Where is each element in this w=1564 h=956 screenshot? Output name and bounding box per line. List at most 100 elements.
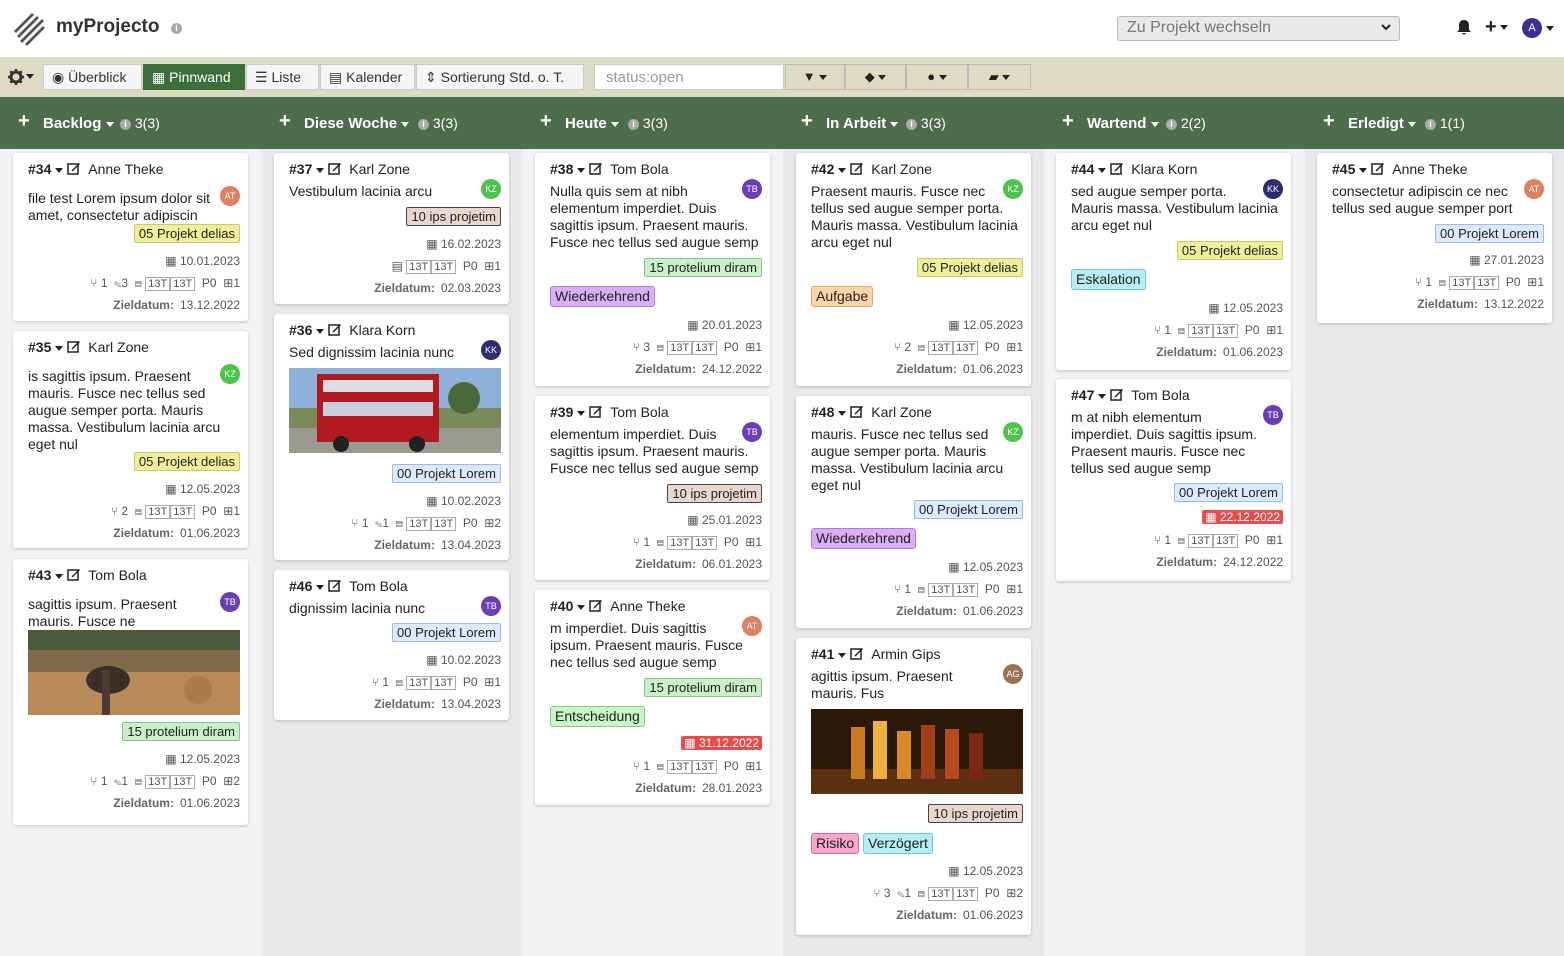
task-card[interactable]: #47 Tom Bola m at nibh elementum imperdie…: [1056, 379, 1291, 581]
project-tag[interactable]: 05 Projekt delias: [916, 258, 1023, 277]
card-menu-caret-icon[interactable]: [577, 410, 586, 416]
card-id[interactable]: #48: [811, 404, 834, 420]
card-menu-caret-icon[interactable]: [838, 167, 847, 173]
card-menu-caret-icon[interactable]: [55, 345, 64, 351]
card-menu-caret-icon[interactable]: [577, 167, 586, 173]
edit-icon[interactable]: [328, 323, 342, 336]
add-card-button[interactable]: +: [1062, 111, 1074, 131]
project-tag[interactable]: 05 Projekt delias: [133, 452, 240, 471]
status-label[interactable]: Aufgabe: [811, 286, 874, 307]
column-title[interactable]: Diese Woche: [304, 115, 410, 132]
pinboard-button[interactable]: ▦ Pinnwand: [143, 64, 245, 90]
project-tag[interactable]: 00 Projekt Lorem: [392, 623, 501, 642]
add-card-button[interactable]: +: [279, 111, 291, 131]
calendar-button[interactable]: ▤ Kalender: [320, 64, 415, 90]
filter-search-input[interactable]: [594, 64, 784, 90]
card-id[interactable]: #42: [811, 161, 834, 177]
card-id[interactable]: #46: [289, 578, 312, 594]
settings-menu-button[interactable]: [8, 68, 36, 86]
user-filter-button[interactable]: ●: [906, 64, 968, 90]
card-menu-caret-icon[interactable]: [1359, 167, 1368, 173]
edit-icon[interactable]: [328, 579, 342, 592]
edit-icon[interactable]: [850, 405, 864, 418]
card-id[interactable]: #41: [811, 646, 834, 662]
card-id[interactable]: #35: [28, 339, 51, 355]
card-id[interactable]: #39: [550, 404, 573, 420]
card-id[interactable]: #34: [28, 161, 51, 177]
status-label[interactable]: Wiederkehrend: [550, 286, 655, 307]
card-menu-caret-icon[interactable]: [316, 167, 325, 173]
edit-icon[interactable]: [67, 340, 81, 353]
project-tag[interactable]: 05 Projekt delias: [133, 224, 240, 243]
task-card[interactable]: #41 Armin Gips agittis ipsum. Praesent ma…: [796, 638, 1031, 935]
edit-icon[interactable]: [1110, 388, 1124, 401]
info-icon[interactable]: i: [418, 118, 429, 130]
user-avatar[interactable]: A: [1522, 18, 1542, 38]
column-title[interactable]: Erledigt: [1348, 115, 1417, 132]
card-menu-caret-icon[interactable]: [316, 328, 325, 334]
tag-filter-button[interactable]: ◆: [845, 64, 906, 90]
card-menu-caret-icon[interactable]: [55, 573, 64, 579]
project-tag[interactable]: 00 Projekt Lorem: [1435, 224, 1544, 243]
project-tag[interactable]: 15 protelium diram: [644, 258, 762, 277]
card-id[interactable]: #36: [289, 322, 312, 338]
task-card[interactable]: #40 Anne Theke m imperdiet. Duis sagitti…: [535, 590, 770, 805]
project-tag[interactable]: 10 ips projetim: [928, 804, 1023, 823]
edit-icon[interactable]: [850, 647, 864, 660]
card-menu-caret-icon[interactable]: [1098, 393, 1107, 399]
project-tag[interactable]: 05 Projekt delias: [1176, 241, 1283, 260]
column-title[interactable]: In Arbeit: [826, 115, 899, 132]
project-tag[interactable]: 10 ips projetim: [667, 484, 762, 503]
add-card-button[interactable]: +: [801, 111, 813, 131]
column-title[interactable]: Backlog: [43, 115, 114, 132]
info-icon[interactable]: i: [906, 118, 917, 130]
info-icon[interactable]: i: [171, 23, 182, 34]
edit-icon[interactable]: [850, 162, 864, 175]
folder-filter-button[interactable]: ▰: [968, 64, 1031, 90]
card-menu-caret-icon[interactable]: [1098, 167, 1107, 173]
edit-icon[interactable]: [67, 568, 81, 581]
info-icon[interactable]: i: [628, 118, 639, 130]
add-card-button[interactable]: +: [1323, 111, 1335, 131]
task-card[interactable]: #34 Anne Theke file test Lorem ipsum dol…: [13, 153, 248, 321]
app-logo-icon[interactable]: [12, 9, 46, 47]
overview-button[interactable]: ◉ Überblick: [43, 64, 142, 90]
sort-button[interactable]: ⇕ Sortierung Std. o. T.: [416, 64, 584, 90]
add-card-button[interactable]: +: [540, 111, 552, 131]
edit-icon[interactable]: [1110, 162, 1124, 175]
card-menu-caret-icon[interactable]: [316, 584, 325, 590]
app-title[interactable]: myProjecto: [56, 16, 159, 38]
edit-icon[interactable]: [1371, 162, 1385, 175]
status-label[interactable]: Risiko: [811, 833, 860, 854]
edit-icon[interactable]: [589, 162, 603, 175]
project-tag[interactable]: 10 ips projetim: [406, 207, 501, 226]
card-menu-caret-icon[interactable]: [55, 167, 64, 173]
card-id[interactable]: #44: [1071, 161, 1094, 177]
task-card[interactable]: #38 Tom Bola Nulla quis sem at nibh eleme…: [535, 153, 770, 386]
edit-icon[interactable]: [589, 599, 603, 612]
project-tag[interactable]: 00 Projekt Lorem: [914, 500, 1023, 519]
filter-button[interactable]: ▼: [785, 64, 845, 90]
edit-icon[interactable]: [67, 162, 81, 175]
project-tag[interactable]: 00 Projekt Lorem: [392, 464, 501, 483]
info-icon[interactable]: i: [1425, 118, 1436, 130]
info-icon[interactable]: i: [1166, 118, 1177, 130]
task-card[interactable]: #39 Tom Bola elementum imperdiet. Duis sa…: [535, 396, 770, 580]
project-switch-select[interactable]: Zu Projekt wechseln: [1117, 16, 1400, 41]
info-icon[interactable]: i: [120, 118, 131, 130]
card-id[interactable]: #45: [1332, 161, 1355, 177]
task-card[interactable]: #36 Klara Korn Sed dignissim lacinia nun…: [274, 314, 509, 560]
status-label[interactable]: Wiederkehrend: [811, 528, 916, 549]
list-button[interactable]: ☰ Liste: [246, 64, 319, 90]
card-menu-caret-icon[interactable]: [838, 652, 847, 658]
column-title[interactable]: Heute: [565, 115, 619, 132]
task-card[interactable]: #42 Karl Zone Praesent mauris. Fusce nec…: [796, 153, 1031, 386]
column-title[interactable]: Wartend: [1087, 115, 1159, 132]
project-tag[interactable]: 15 protelium diram: [644, 678, 762, 697]
task-card[interactable]: #46 Tom Bola dignissim lacinia nunc 00 P…: [274, 570, 509, 720]
edit-icon[interactable]: [589, 405, 603, 418]
status-label[interactable]: Verzögert: [863, 833, 933, 854]
task-card[interactable]: #35 Karl Zone is sagittis ipsum. Praesen…: [13, 331, 248, 548]
user-menu-caret-icon[interactable]: [1546, 26, 1554, 31]
add-card-button[interactable]: +: [18, 111, 30, 131]
